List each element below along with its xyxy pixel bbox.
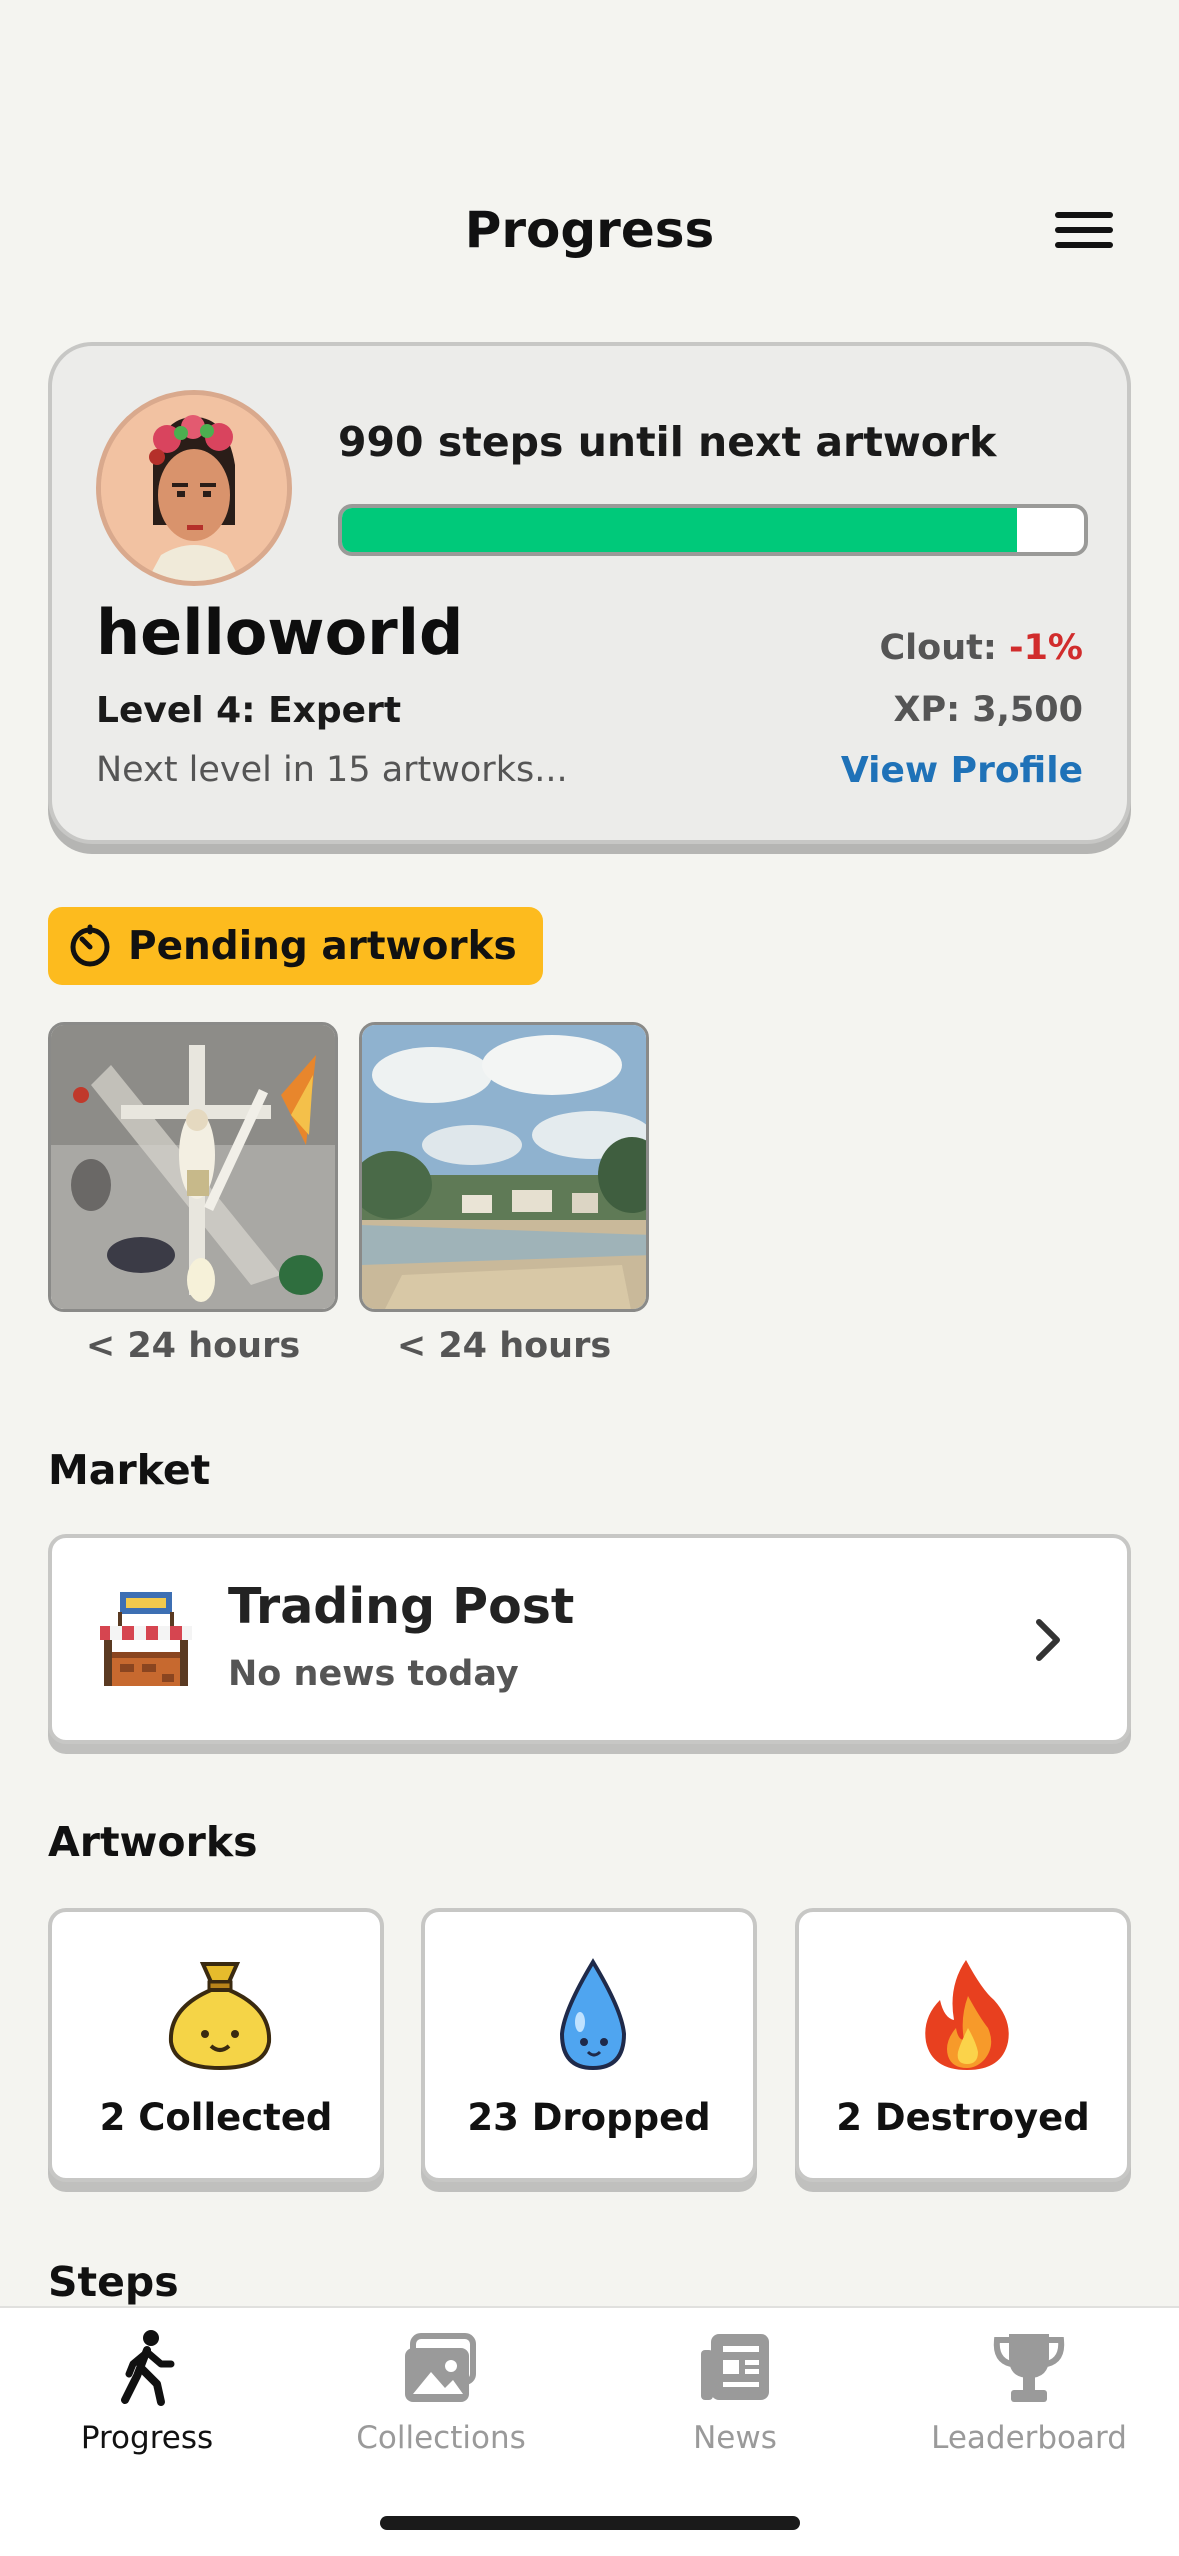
pending-artwork-thumbnail-1[interactable] — [48, 1022, 338, 1312]
steps-progress-fill — [342, 508, 1018, 552]
tab-leaderboard[interactable]: Leaderboard — [882, 2308, 1176, 2478]
pending-artworks-label: Pending artworks — [128, 923, 517, 969]
clout-label: Clout: — [879, 628, 997, 668]
view-profile-link[interactable]: View Profile — [841, 750, 1083, 791]
pending-artwork-caption-2: < 24 hours — [396, 1326, 612, 1366]
trading-post-title: Trading Post — [228, 1578, 575, 1635]
steps-progress-bar — [338, 504, 1088, 556]
steps-until-next-artwork: 990 steps until next artwork — [338, 418, 997, 466]
page-title: Progress — [464, 201, 715, 259]
username: helloworld — [96, 596, 464, 669]
xp-stat: XP: 3,500 — [893, 690, 1083, 730]
timer-icon — [70, 924, 110, 967]
dropped-artworks-card[interactable]: 23 Dropped — [421, 1908, 757, 2182]
pending-artwork-caption-1: < 24 hours — [85, 1326, 301, 1366]
trophy-icon — [993, 2334, 1065, 2402]
trading-post-card[interactable]: Trading Post No news today — [48, 1534, 1131, 1744]
avatar[interactable] — [96, 390, 292, 586]
avatar-portrait-icon — [101, 395, 287, 581]
crucifixion-painting — [51, 1025, 335, 1309]
destroyed-artworks-card[interactable]: 2 Destroyed — [795, 1908, 1131, 2182]
gallery-icon — [405, 2333, 476, 2402]
tab-collections-label: Collections — [356, 2420, 526, 2456]
pending-artworks-badge: Pending artworks — [48, 907, 543, 985]
destroyed-count: 2 Destroyed — [836, 2096, 1090, 2139]
tab-leaderboard-label: Leaderboard — [931, 2420, 1127, 2456]
level-label: Level 4: Expert — [96, 690, 402, 731]
newspaper-icon — [701, 2334, 769, 2400]
trading-post-subtitle: No news today — [228, 1654, 519, 1694]
dropped-count: 23 Dropped — [467, 2096, 711, 2139]
riverside-landscape-painting — [362, 1025, 646, 1309]
tab-news-label: News — [693, 2420, 777, 2456]
market-stall-icon — [100, 1592, 192, 1686]
fire-icon — [925, 1960, 1009, 2070]
pending-artwork-thumbnail-2[interactable] — [359, 1022, 649, 1312]
market-section-title: Market — [48, 1446, 211, 1494]
next-level-text: Next level in 15 artworks... — [96, 750, 568, 790]
money-bag-icon — [168, 1962, 272, 2071]
tab-progress[interactable]: Progress — [0, 2308, 294, 2478]
profile-card: 990 steps until next artwork helloworld … — [48, 342, 1131, 844]
water-drop-icon — [559, 1958, 627, 2071]
tab-news[interactable]: News — [588, 2308, 882, 2478]
home-indicator[interactable] — [380, 2516, 800, 2530]
walking-person-icon — [121, 2330, 175, 2406]
collected-count: 2 Collected — [99, 2096, 333, 2139]
tab-collections[interactable]: Collections — [294, 2308, 588, 2478]
artworks-section-title: Artworks — [48, 1818, 258, 1866]
steps-section-title: Steps — [48, 2258, 179, 2306]
clout-stat: Clout: -1% — [879, 628, 1083, 668]
collected-artworks-card[interactable]: 2 Collected — [48, 1908, 384, 2182]
chevron-right-icon — [1036, 1619, 1060, 1661]
top-header: Progress — [0, 190, 1179, 270]
tab-progress-label: Progress — [80, 2420, 214, 2456]
clout-value: -1% — [1009, 628, 1083, 668]
hamburger-menu-icon[interactable] — [1055, 212, 1113, 248]
